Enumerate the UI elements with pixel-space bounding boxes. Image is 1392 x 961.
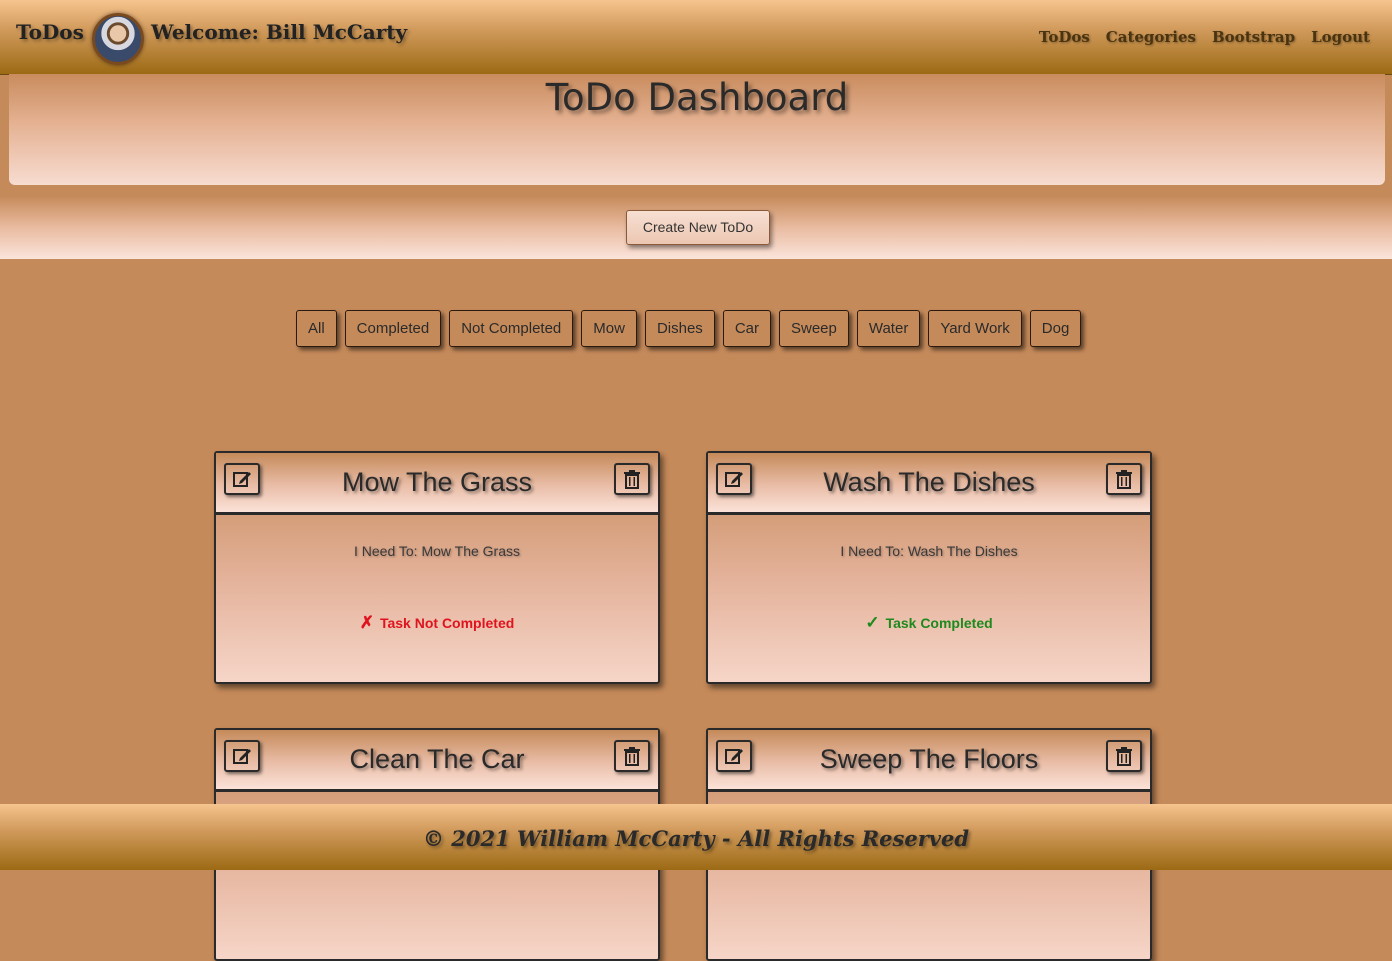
card-description: I Need To: Mow The Grass	[354, 543, 520, 559]
jumbotron: ToDo Dashboard	[9, 74, 1385, 185]
card-header: Sweep The Floors	[708, 730, 1150, 792]
nav-link-bootstrap[interactable]: Bootstrap	[1212, 28, 1295, 46]
trash-icon	[1116, 470, 1132, 489]
delete-button[interactable]	[614, 740, 650, 772]
filter-dishes[interactable]: Dishes	[644, 310, 715, 347]
trash-icon	[1116, 747, 1132, 766]
status-badge: ✓ Task Completed	[708, 613, 1150, 633]
trash-icon	[624, 470, 640, 489]
card-header: Wash The Dishes	[708, 453, 1150, 515]
footer: © 2021 William McCarty - All Rights Rese…	[0, 804, 1392, 870]
copyright-text: © 2021 William McCarty - All Rights Rese…	[422, 826, 970, 851]
todo-card: Wash The Dishes I Need To: Wash The Dish…	[706, 451, 1152, 684]
status-badge: ✗ Task Not Completed	[216, 613, 658, 633]
filter-water[interactable]: Water	[856, 310, 921, 347]
nav-link-categories[interactable]: Categories	[1106, 28, 1196, 46]
card-title: Clean The Car	[349, 744, 525, 774]
brand[interactable]: ToDos	[16, 20, 84, 44]
x-mark-icon: ✗	[359, 613, 374, 632]
filter-mow[interactable]: Mow	[581, 310, 637, 347]
filter-sweep[interactable]: Sweep	[778, 310, 849, 347]
nav-links: ToDos Categories Bootstrap Logout	[1039, 28, 1370, 46]
filter-car[interactable]: Car	[722, 310, 771, 347]
filter-not-completed[interactable]: Not Completed	[449, 310, 574, 347]
check-mark-icon: ✓	[865, 613, 880, 632]
delete-button[interactable]	[614, 463, 650, 495]
card-header: Clean The Car	[216, 730, 658, 792]
welcome-text: Welcome: Bill McCarty	[151, 20, 408, 44]
create-todo-button[interactable]: Create New ToDo	[626, 210, 770, 245]
card-title: Sweep The Floors	[819, 744, 1039, 774]
avatar	[92, 13, 144, 65]
card-title: Mow The Grass	[341, 467, 533, 497]
card-header: Mow The Grass	[216, 453, 658, 515]
card-description: I Need To: Wash The Dishes	[840, 543, 1018, 559]
page-title: ToDo Dashboard	[545, 76, 849, 119]
nav-link-logout[interactable]: Logout	[1311, 28, 1370, 46]
filter-completed[interactable]: Completed	[344, 310, 442, 347]
status-text: Task Completed	[885, 615, 993, 631]
status-text: Task Not Completed	[379, 615, 515, 631]
delete-button[interactable]	[1106, 463, 1142, 495]
delete-button[interactable]	[1106, 740, 1142, 772]
todo-card: Mow The Grass I Need To: Mow The Grass ✗…	[214, 451, 660, 684]
filter-dog[interactable]: Dog	[1029, 310, 1082, 347]
trash-icon	[624, 747, 640, 766]
filter-yard-work[interactable]: Yard Work	[928, 310, 1022, 347]
nav-link-todos[interactable]: ToDos	[1039, 28, 1090, 46]
navbar: ToDos Welcome: Bill McCarty ToDos Catego…	[0, 0, 1392, 75]
card-title: Wash The Dishes	[823, 467, 1035, 497]
filter-all[interactable]: All	[296, 310, 337, 347]
filter-bar: All Completed Not Completed Mow Dishes C…	[296, 310, 1082, 347]
